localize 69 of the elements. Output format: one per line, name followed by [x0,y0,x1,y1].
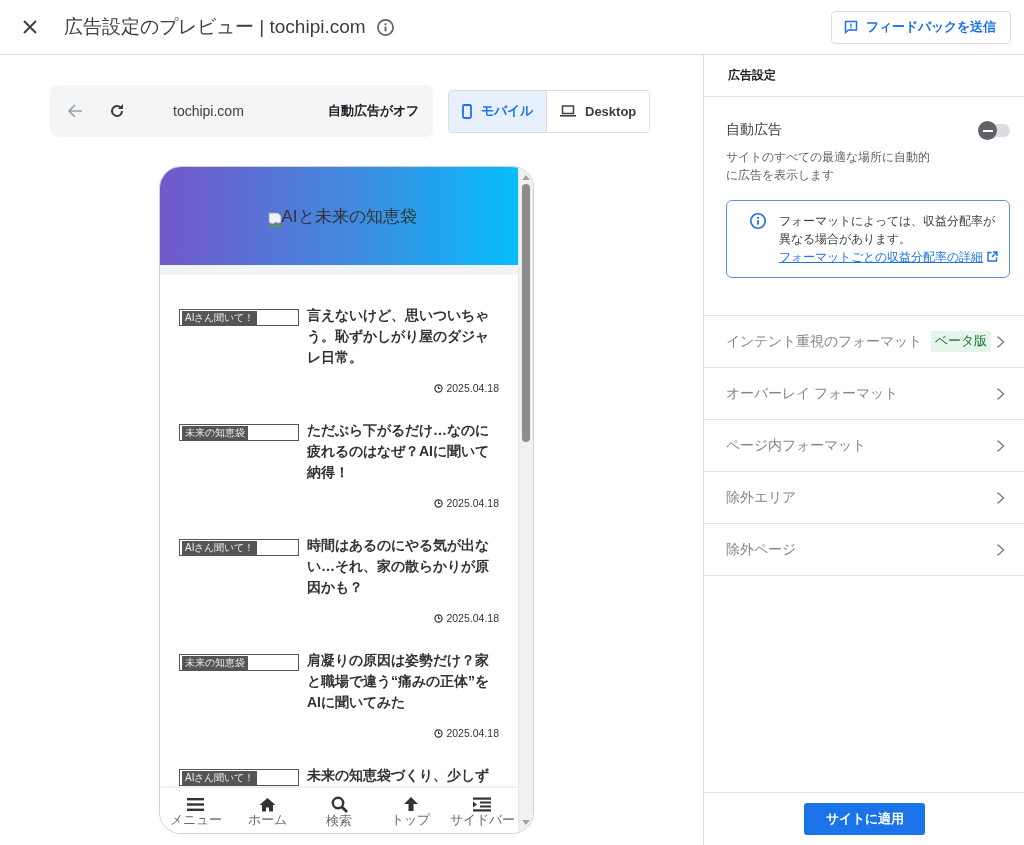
chevron-right-icon [996,438,1005,453]
settings-row[interactable]: オーバーレイ フォーマット [704,368,1024,420]
info-icon [749,212,767,230]
nav-item[interactable]: 検索 [303,788,375,833]
device-tab[interactable]: モバイル [449,90,547,132]
laptop-icon [560,105,576,117]
settings-row[interactable]: 除外エリア [704,472,1024,524]
settings-row[interactable]: 除外ページ [704,524,1024,576]
row-label: インテント重視のフォーマット [726,332,922,351]
chevron-right-icon [996,334,1005,349]
category-label: AIさん聞いて！ [182,540,258,555]
url-text: tochipi.com [173,103,244,119]
nav-item[interactable]: サイドバー [446,788,519,833]
article-title[interactable]: 言えないけど、思いついちゃう。恥ずかしがり屋のダジャレ日常。 [307,305,499,368]
beta-badge: ベータ版 [931,331,991,352]
article-title[interactable]: 時間はあるのにやる気が出ない…それ、家の散らかりが原因かも？ [307,535,499,598]
panel-title: 広告設定 [704,55,1024,97]
clock-icon [434,613,444,623]
clock-icon [434,728,444,738]
menu-icon [187,796,205,812]
article-date: 2025.04.18 [307,382,499,394]
broken-image-icon [267,211,282,228]
settings-row[interactable]: インテント重視のフォーマット ベータ版 [704,316,1024,368]
category-label: AIさん聞いて！ [182,770,258,785]
feedback-button[interactable]: フィードバックを送信 [831,10,1011,44]
reload-button[interactable] [109,103,125,119]
row-label: ページ内フォーマット [726,436,866,455]
chevron-right-icon [996,386,1005,401]
details-link[interactable]: フォーマットごとの収益分配率の詳細 [779,251,998,263]
article-title[interactable]: 未来の知恵袋づくり、少しず [307,765,499,787]
chevron-right-icon [996,490,1005,505]
settings-row[interactable]: ページ内フォーマット [704,420,1024,472]
reload-icon [109,103,125,119]
article-date: 2025.04.18 [307,497,499,509]
logo-alt-text[interactable]: AIと未来の知恵袋 [261,204,417,228]
category-label: 未来の知恵袋 [182,425,248,440]
nav-item[interactable]: トップ [374,788,447,833]
nav-item[interactable]: ホーム [231,788,304,833]
window-title: 広告設定のプレビュー | tochipi.com [64,15,366,39]
external-link-icon [987,251,998,262]
search-icon [330,795,348,813]
article-date: 2025.04.18 [307,727,499,739]
category-label: AIさん聞いて！ [182,310,258,325]
nav-item[interactable]: メニュー [160,788,232,833]
phone-icon [462,103,472,119]
row-label: オーバーレイ フォーマット [726,384,898,403]
scrollbar[interactable] [518,167,533,833]
feedback-icon [844,20,858,34]
row-label: 除外エリア [726,488,796,507]
chevron-right-icon [996,542,1005,557]
toggle-switch[interactable] [978,120,1010,140]
home-icon [258,796,276,812]
article-date: 2025.04.18 [307,612,499,624]
category-label: 未来の知恵袋 [182,655,248,670]
setting-label: 自動広告 [726,121,782,139]
notice-text: フォーマットによっては、収益分配率が異なる場合があります。 フォーマットごとの収益分配率の詳細 [779,212,1001,266]
apply-button[interactable]: サイトに適用 [804,803,925,835]
article-title[interactable]: ただぶら下がるだけ…なのに疲れるのはなぜ？AIに聞いて納得！ [307,420,499,483]
back-arrow-icon [67,103,83,119]
clock-icon [434,498,444,508]
info-icon [375,17,395,37]
close-icon [23,20,37,34]
sidebar-icon [473,796,492,812]
article-title[interactable]: 肩凝りの原因は姿勢だけ？家と職場で違う“痛みの正体”をAIに聞いてみた [307,650,499,713]
status-text: 自動広告がオフ [328,102,419,120]
up-arrow-icon [402,796,419,812]
clock-icon [434,383,444,393]
row-label: 除外ページ [726,540,796,559]
setting-description: サイトのすべての最適な場所に自動的に広告を表示します [726,149,931,184]
